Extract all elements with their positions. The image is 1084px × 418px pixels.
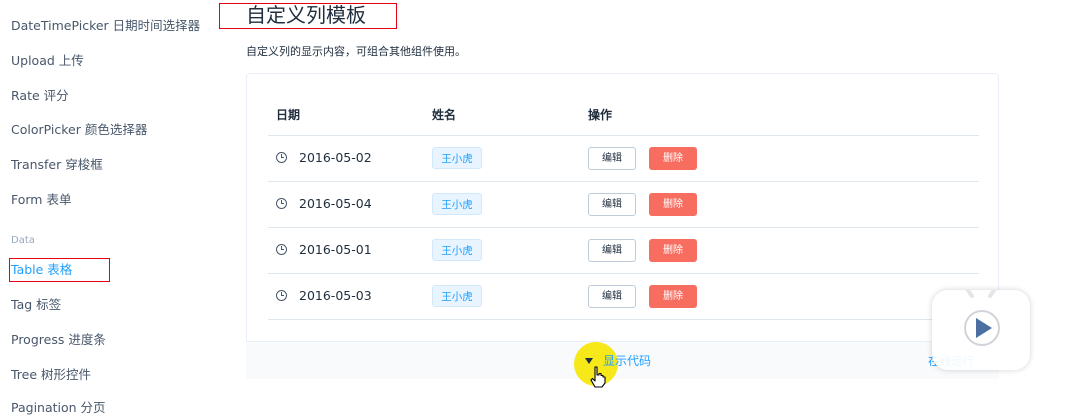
table-header-date: 日期 [276,108,301,122]
name-tag: 王小虎 [432,193,482,215]
demo-block [246,73,999,379]
section-description: 自定义列的显示内容，可组合其他组件使用。 [246,45,466,58]
hand-pointer-icon [590,366,606,388]
show-code-button[interactable]: 显示代码 [603,353,651,369]
table-header-actions: 操作 [588,108,613,122]
sidebar-group-data: Data [11,235,35,246]
sidebar-item-datetimepicker[interactable]: DateTimePicker 日期时间选择器 [11,16,200,36]
table-divider [268,227,979,228]
table-cell-date: 2016-05-02 [276,150,372,166]
delete-button[interactable]: 删除 [649,147,697,170]
name-tag: 王小虎 [432,285,482,307]
clock-icon [276,198,287,209]
delete-button[interactable]: 删除 [649,193,697,216]
sidebar-item-form[interactable]: Form 表单 [11,190,71,210]
sidebar-item-tree[interactable]: Tree 树形控件 [11,365,91,385]
edit-button[interactable]: 编辑 [588,147,636,170]
sidebar-item-tag[interactable]: Tag 标签 [11,295,61,315]
name-tag: 王小虎 [432,239,482,261]
table-cell-date: 2016-05-03 [276,288,372,304]
annotation-box-table [9,258,110,282]
sidebar-item-colorpicker[interactable]: ColorPicker 颜色选择器 [11,120,147,140]
clock-icon [276,244,287,255]
annotation-box-title [219,3,397,29]
delete-button[interactable]: 删除 [649,239,697,262]
table-header-name: 姓名 [432,108,457,122]
date-text: 2016-05-02 [299,150,372,165]
sidebar-item-rate[interactable]: Rate 评分 [11,86,69,106]
date-text: 2016-05-03 [299,288,372,303]
edit-button[interactable]: 编辑 [588,239,636,262]
video-player-overlay[interactable] [932,276,1030,370]
name-tag: 王小虎 [432,147,482,169]
table-divider [268,135,979,136]
sidebar-item-pagination[interactable]: Pagination 分页 [11,398,106,418]
delete-button[interactable]: 删除 [649,285,697,308]
table-cell-date: 2016-05-01 [276,242,372,258]
edit-button[interactable]: 编辑 [588,193,636,216]
date-text: 2016-05-01 [299,242,372,257]
sidebar-nav: DateTimePicker 日期时间选择器 Upload 上传 Rate 评分… [0,0,215,415]
sidebar-item-progress[interactable]: Progress 进度条 [11,330,106,350]
table-cell-date: 2016-05-04 [276,196,372,212]
table-divider [268,181,979,182]
edit-button[interactable]: 编辑 [588,285,636,308]
table-divider [268,319,979,320]
video-play-icon[interactable] [932,276,1030,370]
date-text: 2016-05-04 [299,196,372,211]
clock-icon [276,152,287,163]
sidebar-item-upload[interactable]: Upload 上传 [11,51,84,71]
caret-down-icon[interactable] [585,358,593,364]
sidebar-item-transfer[interactable]: Transfer 穿梭框 [11,155,103,175]
clock-icon [276,290,287,301]
table-divider [268,273,979,274]
